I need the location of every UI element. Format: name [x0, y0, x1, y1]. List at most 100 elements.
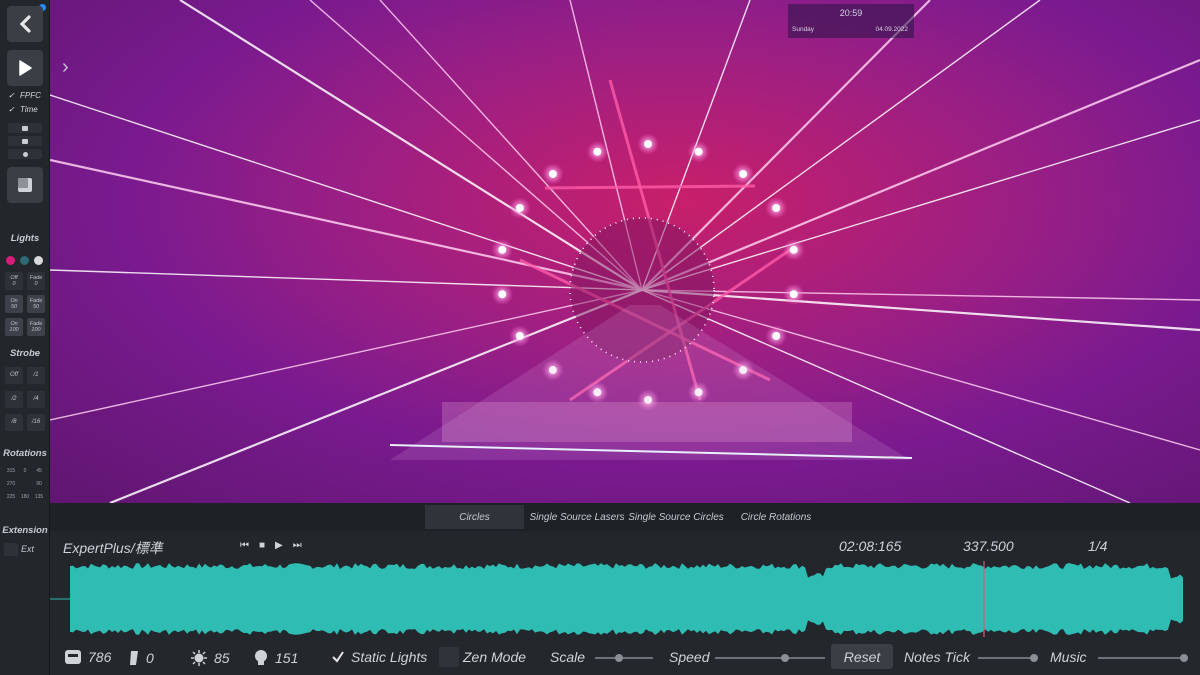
- light-off-value: 0: [12, 281, 16, 287]
- back-button[interactable]: [7, 6, 43, 42]
- music-slider-knob[interactable]: [1180, 654, 1188, 662]
- clock-date: 04.09.2022: [875, 26, 908, 33]
- walls-stat: 0: [128, 649, 154, 667]
- mini-button-3[interactable]: [8, 149, 42, 159]
- tab-single-source-circles[interactable]: Single Source Circles: [628, 505, 724, 529]
- strobe-4-button[interactable]: /4: [27, 391, 45, 408]
- reset-button[interactable]: Reset: [831, 644, 893, 669]
- rotation-135[interactable]: 135: [32, 494, 46, 501]
- light-fade100-button[interactable]: Fade 100: [27, 318, 45, 336]
- stop-icon[interactable]: ■: [259, 540, 265, 551]
- difficulty-label[interactable]: ExpertPlus/標準: [63, 538, 163, 558]
- tab-single-source-lasers[interactable]: Single Source Lasers: [528, 505, 626, 529]
- beat-readout: 337.500: [963, 538, 1014, 554]
- precision-readout[interactable]: 1/4: [1088, 538, 1107, 554]
- scale-label: Scale: [550, 649, 586, 665]
- chevron-left-icon: [19, 15, 31, 33]
- time-readout: 02:08:165: [839, 538, 902, 554]
- speed-slider-knob[interactable]: [781, 654, 789, 662]
- rotation-45[interactable]: 45: [32, 468, 46, 475]
- light-bulb: [593, 147, 602, 156]
- strobe-8-button[interactable]: /8: [5, 414, 23, 431]
- lights-stat: 151: [253, 649, 298, 667]
- expand-chevron-icon[interactable]: ›: [62, 56, 69, 79]
- ext-label: Ext: [21, 544, 35, 554]
- rotation-225[interactable]: 225: [4, 494, 18, 501]
- rotation-270[interactable]: 270: [4, 481, 18, 488]
- rotation-180[interactable]: 180: [18, 494, 32, 501]
- cube-button[interactable]: [7, 167, 43, 203]
- notes-tick-slider-knob[interactable]: [1030, 654, 1038, 662]
- color-swatch-teal[interactable]: [20, 256, 29, 265]
- extension-section-title: Extension: [2, 525, 48, 536]
- tab-circles[interactable]: Circles: [425, 505, 524, 529]
- time-label: Time: [20, 105, 38, 114]
- light-bulb: [772, 332, 781, 340]
- notes-tick-slider[interactable]: [978, 654, 1038, 662]
- event-tabs: Circles Single Source Lasers Single Sour…: [50, 503, 1200, 531]
- light-color-picker[interactable]: [6, 256, 43, 265]
- color-swatch-red[interactable]: [6, 256, 15, 265]
- static-lights-toggle[interactable]: Static Lights: [331, 649, 427, 665]
- strobe-1-button[interactable]: /1: [27, 367, 45, 384]
- laser-beam: [641, 58, 1200, 292]
- laser-beam: [641, 288, 1200, 332]
- ext-toggle[interactable]: Ext: [4, 542, 44, 556]
- laser-beam: [179, 0, 643, 291]
- skip-back-icon[interactable]: ⏮: [240, 540, 249, 551]
- rotation-center: [18, 481, 32, 488]
- light-off-button[interactable]: Off 0: [5, 272, 23, 290]
- scale-slider[interactable]: [595, 654, 653, 662]
- light-bulb: [498, 245, 507, 254]
- light-on50-button[interactable]: On 50: [5, 295, 23, 313]
- light-bulb: [772, 204, 781, 212]
- strobe-off-button[interactable]: Off: [5, 367, 23, 384]
- rotation-grid: 315 0 45 270 90 225 180 135: [4, 468, 46, 501]
- lights-section-title: Lights: [10, 233, 40, 244]
- color-swatch-white[interactable]: [34, 256, 43, 265]
- play-icon[interactable]: ▶: [275, 540, 283, 551]
- strobe-2-button[interactable]: /2: [5, 391, 23, 408]
- strobe-16-button[interactable]: /16: [27, 414, 45, 431]
- bottom-toolbar: 786 0 85 151 Static Lights Zen Mode Scal…: [50, 641, 1200, 675]
- light-fade0-value: 0: [34, 281, 38, 287]
- speed-slider[interactable]: [715, 654, 825, 662]
- rotation-315[interactable]: 315: [4, 468, 18, 475]
- speed-label: Speed: [669, 649, 710, 665]
- mini-button-1[interactable]: [8, 123, 42, 133]
- scale-slider-knob[interactable]: [615, 654, 623, 662]
- rotation-0[interactable]: 0: [18, 468, 32, 475]
- music-slider[interactable]: [1098, 654, 1188, 662]
- clock-day: Sunday: [792, 26, 815, 33]
- skip-forward-icon[interactable]: ⏭: [293, 540, 302, 551]
- light-on100-button[interactable]: On 100: [5, 318, 23, 336]
- laser-beam: [50, 269, 643, 291]
- audio-waveform[interactable]: [50, 557, 1200, 641]
- checkmark-icon: ✓: [8, 104, 15, 114]
- clock-widget: 20:59 Sunday 04.09.2022: [788, 4, 914, 38]
- lighting-preview-viewport[interactable]: › 20:59 Sunday 04.09.2022: [50, 0, 1200, 503]
- fpfc-toggle[interactable]: ✓ FPFC: [8, 91, 41, 100]
- mini-button-2[interactable]: [8, 136, 42, 146]
- zen-mode-checkbox[interactable]: [439, 647, 459, 667]
- play-icon: [19, 60, 32, 76]
- light-bulb: [548, 169, 557, 178]
- notes-count: 786: [88, 649, 112, 665]
- light-bulb: [789, 290, 798, 299]
- light-bulb: [694, 147, 703, 156]
- light-bulb: [789, 245, 798, 254]
- rotation-90[interactable]: 90: [32, 481, 46, 488]
- checkmark-icon: ✓: [8, 90, 15, 100]
- time-toggle[interactable]: ✓ Time: [8, 105, 38, 114]
- strobe-section-title: Strobe: [9, 348, 41, 359]
- play-button[interactable]: [7, 50, 43, 86]
- left-sidebar: ✓ FPFC ✓ Time Lights Off 0 Fade 0 On 50 Fad…: [0, 0, 50, 675]
- light-fade0-button[interactable]: Fade 0: [27, 272, 45, 290]
- waveform-shape: [70, 563, 1183, 635]
- tab-circle-rotations[interactable]: Circle Rotations: [726, 505, 826, 529]
- light-bulb: [515, 204, 524, 212]
- ext-checkbox[interactable]: [4, 542, 18, 556]
- music-label: Music: [1050, 649, 1087, 665]
- light-fade50-button[interactable]: Fade 50: [27, 295, 45, 313]
- bombs-count: 85: [214, 650, 230, 666]
